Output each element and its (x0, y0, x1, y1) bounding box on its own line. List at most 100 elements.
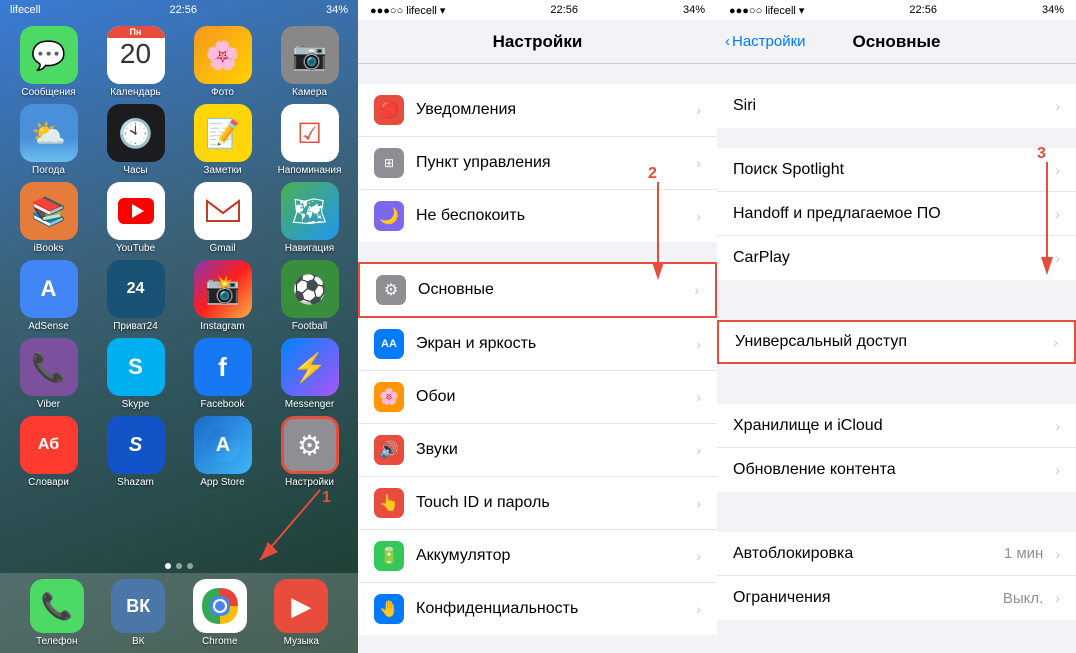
universal-label: Универсальный доступ (735, 333, 1041, 351)
app-skype-icon: S (107, 338, 165, 396)
settings-row-autolock[interactable]: Автоблокировка 1 мин › (717, 532, 1076, 576)
app-notes-label: Заметки (203, 165, 241, 176)
settings-row-sounds[interactable]: 🔊 Звуки › (358, 424, 717, 477)
time-label: 22:56 (170, 4, 198, 16)
app-icon-skype[interactable]: S Skype (95, 338, 176, 410)
dock-music-icon: ▶ (274, 579, 328, 633)
settings-row-battery[interactable]: 🔋 Аккумулятор › (358, 530, 717, 583)
settings-row-general[interactable]: ⚙ Основные › (358, 262, 717, 318)
privacy-icon: 🤚 (374, 594, 404, 624)
spotlight-chevron: › (1055, 162, 1060, 178)
app-icon-messages[interactable]: 💬 Сообщения (8, 26, 89, 98)
app-icon-viber[interactable]: 📞 Viber (8, 338, 89, 410)
back-button[interactable]: ‹ Настройки (725, 33, 806, 50)
app-facebook-icon: f (194, 338, 252, 396)
app-icon-weather[interactable]: ⛅ Погода (8, 104, 89, 176)
app-icon-shazam[interactable]: S Shazam (95, 416, 176, 488)
settings-row-restrictions[interactable]: Ограничения Выкл. › (717, 576, 1076, 620)
dock-music-label: Музыка (284, 636, 319, 647)
siri-chevron: › (1055, 98, 1060, 114)
p3-section-universal: Универсальный доступ › (717, 320, 1076, 364)
app-icon-clock[interactable]: 🕙 Часы (95, 104, 176, 176)
settings-list-main: 🔴 Уведомления › ⊞ Пункт управления › 🌙 Н… (358, 64, 717, 653)
dock: 📞 Телефон ВК ВК (0, 573, 358, 653)
svg-text:A: A (215, 434, 229, 456)
app-icon-appstore[interactable]: A App Store (182, 416, 263, 488)
app-icon-messenger[interactable]: ⚡ Messenger (269, 338, 350, 410)
app-ibooks-label: iBooks (33, 243, 63, 254)
settings-row-privacy[interactable]: 🤚 Конфиденциальность › (358, 583, 717, 635)
p2-carrier: ●●●○○ lifecell ▾ (370, 4, 445, 17)
settings-row-controlcenter[interactable]: ⊞ Пункт управления › (358, 137, 717, 190)
wallpaper-icon: 🌸 (374, 382, 404, 412)
app-icon-privat24[interactable]: 24 Приват24 (95, 260, 176, 332)
app-icon-adsense[interactable]: A AdSense (8, 260, 89, 332)
app-icon-football[interactable]: ⚽ Football (269, 260, 350, 332)
app-icon-facebook[interactable]: f Facebook (182, 338, 263, 410)
carplay-label: CarPlay (733, 249, 1043, 267)
app-photos-label: Фото (211, 87, 234, 98)
app-icon-slovari[interactable]: Аб Словари (8, 416, 89, 488)
settings-row-spotlight[interactable]: Поиск Spotlight › (717, 148, 1076, 192)
status-bar-phone3: ●●●○○ lifecell ▾ 22:56 34% (717, 0, 1076, 20)
app-icon-notes[interactable]: 📝 Заметки (182, 104, 263, 176)
general-chevron: › (694, 282, 699, 298)
app-icon-settings[interactable]: ⚙ Настройки (269, 416, 350, 488)
app-icon-reminders[interactable]: ☑ Напоминания (269, 104, 350, 176)
dock-music[interactable]: ▶ Музыка (274, 579, 328, 647)
app-reminders-icon: ☑ (281, 104, 339, 162)
dock-chrome-icon (193, 579, 247, 633)
dock-vk[interactable]: ВК ВК (111, 579, 165, 647)
p2-time: 22:56 (550, 4, 578, 16)
controlcenter-chevron: › (696, 155, 701, 171)
handoff-chevron: › (1055, 206, 1060, 222)
app-gmail-icon (194, 182, 252, 240)
app-messenger-icon: ⚡ (281, 338, 339, 396)
app-appstore-icon: A (194, 416, 252, 474)
app-icon-ibooks[interactable]: 📚 iBooks (8, 182, 89, 254)
settings-row-display[interactable]: AA Экран и яркость › (358, 318, 717, 371)
dock-phone-label: Телефон (36, 636, 77, 647)
p3-divider-1 (717, 300, 1076, 320)
display-icon: AA (374, 329, 404, 359)
settings-row-storage[interactable]: Хранилище и iCloud › (717, 404, 1076, 448)
display-chevron: › (696, 336, 701, 352)
settings-row-dnd[interactable]: 🌙 Не беспокоить › (358, 190, 717, 242)
app-weather-icon: ⛅ (20, 104, 78, 162)
app-icon-gmail[interactable]: Gmail (182, 182, 263, 254)
autolock-chevron: › (1055, 546, 1060, 562)
notifications-chevron: › (696, 102, 701, 118)
settings-row-universal[interactable]: Универсальный доступ › (717, 320, 1076, 364)
app-icon-photos[interactable]: 🌸 Фото (182, 26, 263, 98)
app-icon-maps[interactable]: 🗺 Навигация (269, 182, 350, 254)
section-divider-1 (358, 64, 717, 84)
app-icon-youtube[interactable]: YouTube (95, 182, 176, 254)
app-notes-icon: 📝 (194, 104, 252, 162)
settings-row-notifications[interactable]: 🔴 Уведомления › (358, 84, 717, 137)
privacy-label: Конфиденциальность (416, 600, 684, 618)
dock-chrome[interactable]: Chrome (193, 579, 247, 647)
carplay-chevron: › (1055, 250, 1060, 266)
app-reminders-label: Напоминания (278, 165, 342, 176)
settings-row-carplay[interactable]: CarPlay › (717, 236, 1076, 280)
restrictions-chevron: › (1055, 590, 1060, 606)
app-instagram-icon: 📸 (194, 260, 252, 318)
app-icon-camera[interactable]: 📷 Камера (269, 26, 350, 98)
settings-section-1: 🔴 Уведомления › ⊞ Пункт управления › 🌙 Н… (358, 84, 717, 242)
settings-row-siri[interactable]: Siri › (717, 84, 1076, 128)
app-facebook-label: Facebook (201, 399, 245, 410)
settings-row-wallpaper[interactable]: 🌸 Обои › (358, 371, 717, 424)
app-settings-icon: ⚙ (281, 416, 339, 474)
app-messages-icon: 💬 (20, 26, 78, 84)
settings-row-touchid[interactable]: 👆 Touch ID и пароль › (358, 477, 717, 530)
app-shazam-label: Shazam (117, 477, 154, 488)
settings-row-bgrefresh[interactable]: Обновление контента › (717, 448, 1076, 492)
settings-row-handoff[interactable]: Handoff и предлагаемое ПО › (717, 192, 1076, 236)
back-chevron: ‹ (725, 33, 730, 50)
app-icon-calendar[interactable]: Пн 20 Календарь (95, 26, 176, 98)
p3-section-1: Поиск Spotlight › Handoff и предлагаемое… (717, 148, 1076, 280)
app-icon-instagram[interactable]: 📸 Instagram (182, 260, 263, 332)
app-messages-label: Сообщения (21, 87, 75, 98)
dock-phone[interactable]: 📞 Телефон (30, 579, 84, 647)
dock-vk-label: ВК (132, 636, 145, 647)
